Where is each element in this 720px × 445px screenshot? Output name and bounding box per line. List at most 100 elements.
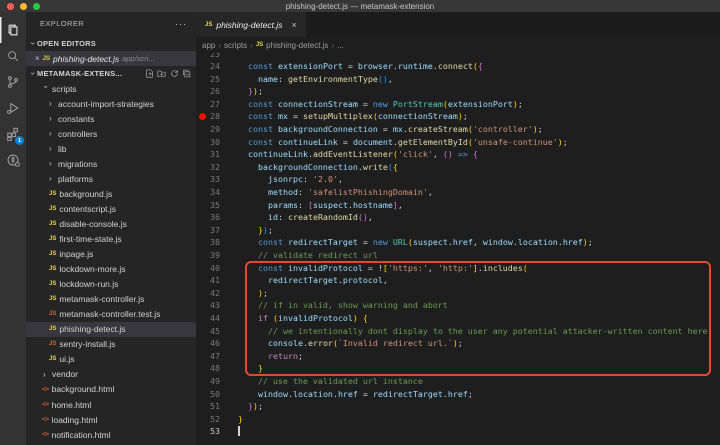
line-number[interactable]: 32: [196, 161, 238, 174]
open-editors-section-header[interactable]: › OPEN EDITORS: [26, 36, 196, 51]
code-line-26[interactable]: 26 });: [196, 85, 720, 98]
line-number[interactable]: 48: [196, 362, 238, 375]
tab-phishing-detect[interactable]: JS phishing-detect.js ×: [196, 12, 306, 37]
tree-item-home.html[interactable]: <>home.html: [26, 397, 196, 412]
code-line-42[interactable]: 42 );: [196, 287, 720, 300]
code-line-49[interactable]: 49 // use the validated url instance: [196, 375, 720, 388]
code-line-25[interactable]: 25 name: getEnvironmentType(),: [196, 73, 720, 86]
code-line-44[interactable]: 44 if (invalidProtocol) {: [196, 312, 720, 325]
tree-item-notification.html[interactable]: <>notification.html: [26, 427, 196, 442]
close-tab-icon[interactable]: ×: [292, 20, 297, 30]
line-number[interactable]: 50: [196, 388, 238, 401]
tree-item-migrations[interactable]: ›migrations: [26, 156, 196, 171]
code-line-52[interactable]: 52}: [196, 413, 720, 426]
line-number[interactable]: 37: [196, 224, 238, 237]
new-folder-icon[interactable]: [157, 69, 166, 78]
breadcrumb-item[interactable]: ...: [337, 41, 344, 50]
views-and-more-actions-button[interactable]: ···: [175, 12, 187, 36]
tree-item-ui.js[interactable]: JSui.js: [26, 352, 196, 367]
line-number[interactable]: 46: [196, 337, 238, 350]
tree-item-vendor[interactable]: ›vendor: [26, 367, 196, 382]
code-line-51[interactable]: 51 });: [196, 400, 720, 413]
tree-item-sentry-install.js[interactable]: JSsentry-install.js: [26, 337, 196, 352]
code-editor[interactable]: 2324 const extensionPort = browser.runti…: [196, 53, 720, 445]
line-number[interactable]: 52: [196, 413, 238, 426]
code-line-28[interactable]: 28 const mx = setupMultiplex(connectionS…: [196, 110, 720, 123]
line-number[interactable]: 40: [196, 262, 238, 275]
code-line-29[interactable]: 29 const backgroundConnection = mx.creat…: [196, 123, 720, 136]
close-editor-icon[interactable]: ×: [35, 54, 40, 63]
tree-item-background.js[interactable]: JSbackground.js: [26, 186, 196, 201]
line-number[interactable]: 29: [196, 123, 238, 136]
line-number[interactable]: 47: [196, 350, 238, 363]
tree-item-constants[interactable]: ›constants: [26, 111, 196, 126]
line-number[interactable]: 23: [196, 53, 238, 60]
line-number[interactable]: 51: [196, 400, 238, 413]
tree-item-contentscript.js[interactable]: JScontentscript.js: [26, 201, 196, 216]
project-section-header[interactable]: › METAMASK-EXTENS...: [26, 66, 196, 81]
line-number[interactable]: 26: [196, 85, 238, 98]
tree-item-metamask-controller.js[interactable]: JSmetamask-controller.js: [26, 292, 196, 307]
close-window-button[interactable]: [7, 3, 14, 10]
line-number[interactable]: 30: [196, 136, 238, 149]
line-number[interactable]: 36: [196, 211, 238, 224]
extensions-icon[interactable]: 1: [0, 121, 26, 147]
tree-item-first-time-state.js[interactable]: JSfirst-time-state.js: [26, 231, 196, 246]
code-line-23[interactable]: 23: [196, 53, 720, 60]
code-line-35[interactable]: 35 params: [suspect.hostname],: [196, 199, 720, 212]
zoom-window-button[interactable]: [33, 3, 40, 10]
code-line-47[interactable]: 47 return;: [196, 350, 720, 363]
line-number[interactable]: 35: [196, 199, 238, 212]
refresh-icon[interactable]: [170, 69, 179, 78]
code-line-31[interactable]: 31 continueLink.addEventListener('click'…: [196, 148, 720, 161]
code-line-40[interactable]: 40 const invalidProtocol = !['https:', '…: [196, 262, 720, 275]
line-number[interactable]: 34: [196, 186, 238, 199]
tree-item-loading.html[interactable]: <>loading.html: [26, 412, 196, 427]
tree-item-inpage.js[interactable]: JSinpage.js: [26, 247, 196, 262]
tree-item-metamask-controller.test.js[interactable]: JSmetamask-controller.test.js: [26, 307, 196, 322]
code-line-24[interactable]: 24 const extensionPort = browser.runtime…: [196, 60, 720, 73]
code-line-46[interactable]: 46 console.error(`Invalid redirect url.`…: [196, 337, 720, 350]
code-line-34[interactable]: 34 method: 'safelistPhishingDomain',: [196, 186, 720, 199]
code-line-41[interactable]: 41 redirectTarget.protocol,: [196, 274, 720, 287]
rocket-extension-icon[interactable]: [0, 147, 26, 173]
code-line-33[interactable]: 33 jsonrpc: '2.0',: [196, 173, 720, 186]
code-line-27[interactable]: 27 const connectionStream = new PortStre…: [196, 98, 720, 111]
line-number[interactable]: 27: [196, 98, 238, 111]
line-number[interactable]: 45: [196, 325, 238, 338]
line-number[interactable]: 41: [196, 274, 238, 287]
code-line-38[interactable]: 38 const redirectTarget = new URL(suspec…: [196, 236, 720, 249]
tree-item-lockdown-run.js[interactable]: JSlockdown-run.js: [26, 277, 196, 292]
code-line-32[interactable]: 32 backgroundConnection.write({: [196, 161, 720, 174]
code-line-43[interactable]: 43 // if in valid, show warning and abor…: [196, 299, 720, 312]
line-number[interactable]: 31: [196, 148, 238, 161]
code-line-36[interactable]: 36 id: createRandomId(),: [196, 211, 720, 224]
code-line-30[interactable]: 30 const continueLink = document.getElem…: [196, 136, 720, 149]
line-number[interactable]: 42: [196, 287, 238, 300]
run-and-debug-icon[interactable]: [0, 95, 26, 121]
tree-item-background.html[interactable]: <>background.html: [26, 382, 196, 397]
search-icon[interactable]: [0, 43, 26, 69]
collapse-all-icon[interactable]: [182, 69, 191, 78]
line-number[interactable]: 44: [196, 312, 238, 325]
breadcrumb-item[interactable]: app: [202, 41, 215, 50]
line-number[interactable]: 24: [196, 60, 238, 73]
code-line-37[interactable]: 37 });: [196, 224, 720, 237]
tree-item-controllers[interactable]: ›controllers: [26, 126, 196, 141]
tree-item-platforms[interactable]: ›platforms: [26, 171, 196, 186]
code-line-39[interactable]: 39 // validate redirect url: [196, 249, 720, 262]
tree-item-phishing-detect.js[interactable]: JSphishing-detect.js: [26, 322, 196, 337]
tree-item-scripts[interactable]: ›scripts: [26, 81, 196, 96]
line-number[interactable]: 49: [196, 375, 238, 388]
explorer-icon[interactable]: [0, 17, 26, 43]
tree-item-account-import-strategies[interactable]: ›account-import-strategies: [26, 96, 196, 111]
code-line-53[interactable]: 53: [196, 425, 720, 438]
line-number[interactable]: 25: [196, 73, 238, 86]
code-line-48[interactable]: 48 }: [196, 362, 720, 375]
open-editor-item[interactable]: × JS phishing-detect.js app/scri...: [26, 51, 196, 66]
code-line-45[interactable]: 45 // we intentionally dont display to t…: [196, 325, 720, 338]
tree-item-lib[interactable]: ›lib: [26, 141, 196, 156]
line-number[interactable]: 39: [196, 249, 238, 262]
line-number[interactable]: 53: [196, 425, 238, 438]
line-number[interactable]: 33: [196, 173, 238, 186]
